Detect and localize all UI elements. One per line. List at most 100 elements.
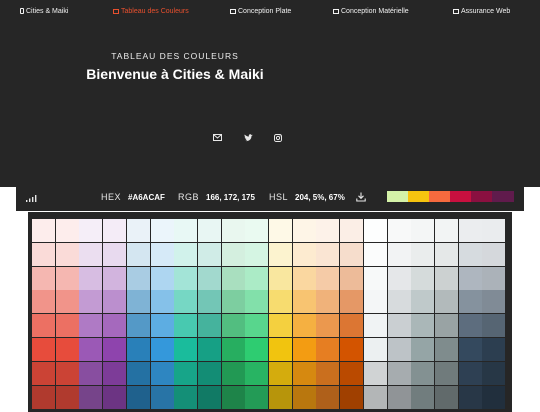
- color-cell[interactable]: [411, 219, 435, 242]
- color-cell[interactable]: [316, 219, 340, 242]
- color-cell[interactable]: [126, 290, 150, 314]
- color-cell[interactable]: [174, 338, 198, 361]
- color-cell[interactable]: [126, 219, 150, 242]
- color-cell[interactable]: [197, 385, 221, 409]
- color-cell[interactable]: [221, 314, 245, 338]
- color-cell[interactable]: [482, 338, 506, 361]
- download-icon[interactable]: [356, 192, 366, 204]
- color-cell[interactable]: [197, 361, 221, 385]
- color-cell[interactable]: [103, 385, 127, 409]
- color-cell[interactable]: [411, 361, 435, 385]
- color-cell[interactable]: [363, 361, 387, 385]
- color-cell[interactable]: [316, 290, 340, 314]
- color-cell[interactable]: [340, 314, 364, 338]
- color-cell[interactable]: [55, 290, 79, 314]
- color-cell[interactable]: [79, 266, 103, 290]
- color-cell[interactable]: [482, 219, 506, 242]
- color-cell[interactable]: [55, 242, 79, 266]
- color-cell[interactable]: [482, 266, 506, 290]
- palette-swatch[interactable]: [387, 191, 409, 202]
- nav-item-conception-materielle[interactable]: Conception Matérielle: [333, 8, 409, 15]
- color-cell[interactable]: [458, 361, 482, 385]
- color-cell[interactable]: [269, 242, 292, 266]
- color-cell[interactable]: [340, 361, 364, 385]
- color-cell[interactable]: [340, 266, 364, 290]
- color-cell[interactable]: [174, 290, 198, 314]
- color-cell[interactable]: [32, 385, 55, 409]
- color-cell[interactable]: [150, 361, 174, 385]
- color-cell[interactable]: [387, 361, 411, 385]
- color-cell[interactable]: [245, 290, 269, 314]
- color-cell[interactable]: [174, 242, 198, 266]
- color-cell[interactable]: [174, 385, 198, 409]
- color-cell[interactable]: [411, 242, 435, 266]
- color-cell[interactable]: [269, 290, 292, 314]
- color-cell[interactable]: [55, 361, 79, 385]
- color-cell[interactable]: [79, 338, 103, 361]
- hsl-value[interactable]: 204, 5%, 67%: [295, 193, 345, 202]
- color-cell[interactable]: [411, 314, 435, 338]
- color-cell[interactable]: [174, 314, 198, 338]
- color-cell[interactable]: [221, 266, 245, 290]
- color-cell[interactable]: [292, 338, 316, 361]
- color-cell[interactable]: [32, 314, 55, 338]
- color-cell[interactable]: [387, 242, 411, 266]
- color-cell[interactable]: [363, 242, 387, 266]
- color-cell[interactable]: [197, 338, 221, 361]
- twitter-icon[interactable]: [242, 134, 254, 146]
- color-cell[interactable]: [174, 361, 198, 385]
- color-cell[interactable]: [387, 266, 411, 290]
- color-cell[interactable]: [316, 361, 340, 385]
- rgb-value[interactable]: 166, 172, 175: [206, 193, 255, 202]
- color-cell[interactable]: [434, 242, 458, 266]
- palette-swatch[interactable]: [471, 191, 493, 202]
- color-cell[interactable]: [197, 219, 221, 242]
- color-cell[interactable]: [32, 266, 55, 290]
- color-cell[interactable]: [269, 338, 292, 361]
- color-cell[interactable]: [292, 361, 316, 385]
- color-cell[interactable]: [292, 314, 316, 338]
- color-cell[interactable]: [126, 242, 150, 266]
- color-cell[interactable]: [150, 290, 174, 314]
- color-cell[interactable]: [221, 290, 245, 314]
- color-cell[interactable]: [458, 266, 482, 290]
- palette-swatch[interactable]: [492, 191, 514, 202]
- nav-item-conception-plate[interactable]: Conception Plate: [230, 8, 291, 15]
- palette-swatch[interactable]: [450, 191, 472, 202]
- color-cell[interactable]: [458, 242, 482, 266]
- color-cell[interactable]: [79, 361, 103, 385]
- color-cell[interactable]: [79, 314, 103, 338]
- nav-item-home[interactable]: Cities & Maiki: [20, 8, 68, 15]
- color-cell[interactable]: [197, 266, 221, 290]
- color-cell[interactable]: [434, 219, 458, 242]
- color-cell[interactable]: [79, 290, 103, 314]
- color-cell[interactable]: [150, 242, 174, 266]
- color-cell[interactable]: [174, 266, 198, 290]
- color-cell[interactable]: [245, 266, 269, 290]
- color-cell[interactable]: [316, 242, 340, 266]
- palette-swatch[interactable]: [408, 191, 430, 202]
- color-cell[interactable]: [482, 242, 506, 266]
- color-cell[interactable]: [482, 290, 506, 314]
- color-cell[interactable]: [316, 266, 340, 290]
- color-cell[interactable]: [434, 338, 458, 361]
- color-cell[interactable]: [32, 338, 55, 361]
- color-cell[interactable]: [269, 219, 292, 242]
- color-cell[interactable]: [245, 338, 269, 361]
- color-cell[interactable]: [55, 314, 79, 338]
- color-cell[interactable]: [316, 314, 340, 338]
- color-cell[interactable]: [269, 266, 292, 290]
- color-cell[interactable]: [103, 219, 127, 242]
- color-cell[interactable]: [292, 266, 316, 290]
- color-cell[interactable]: [197, 242, 221, 266]
- color-cell[interactable]: [340, 290, 364, 314]
- color-cell[interactable]: [363, 266, 387, 290]
- color-cell[interactable]: [292, 219, 316, 242]
- color-cell[interactable]: [292, 242, 316, 266]
- color-cell[interactable]: [269, 361, 292, 385]
- color-cell[interactable]: [458, 385, 482, 409]
- color-cell[interactable]: [55, 338, 79, 361]
- color-cell[interactable]: [221, 242, 245, 266]
- color-cell[interactable]: [269, 314, 292, 338]
- color-cell[interactable]: [126, 266, 150, 290]
